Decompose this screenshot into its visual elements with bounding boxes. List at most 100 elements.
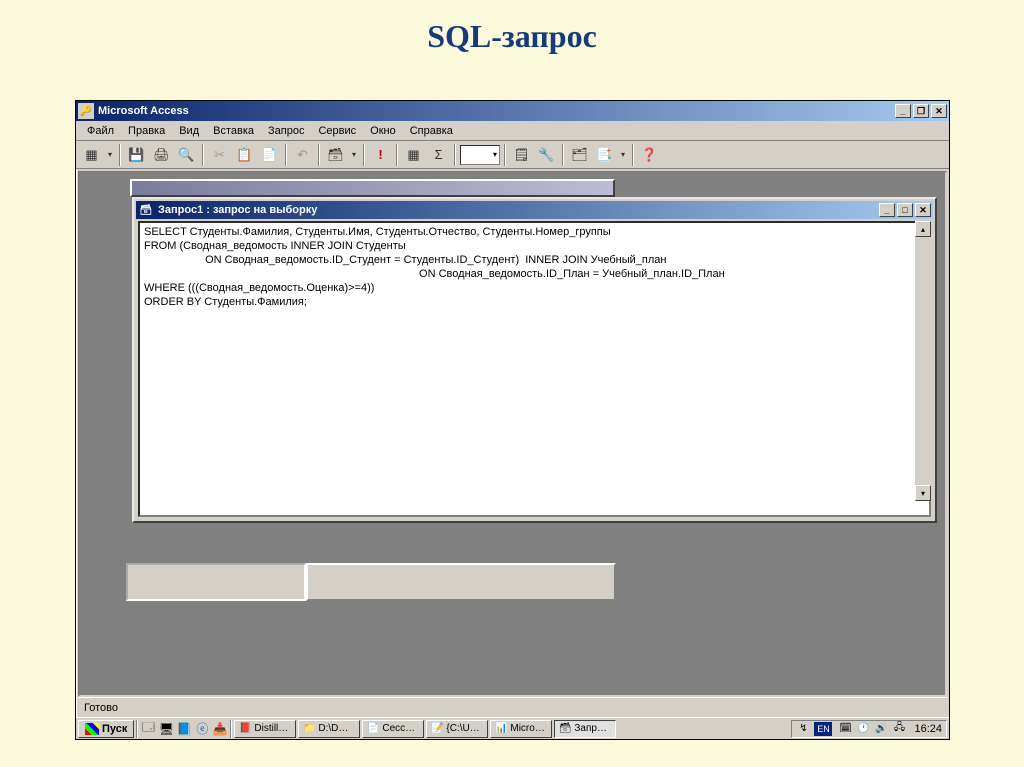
copy-button[interactable]: 📋: [233, 144, 256, 166]
tray-icon[interactable]: ↯: [796, 722, 810, 736]
toolbar-separator: [632, 144, 634, 166]
toolbar-separator: [504, 144, 506, 166]
sql-text-area[interactable]: SELECT Студенты.Фамилия, Студенты.Имя, С…: [138, 221, 931, 517]
background-window-panel: [306, 563, 616, 601]
taskbar-separator: [136, 720, 138, 738]
close-button[interactable]: ✕: [931, 104, 947, 118]
menu-help[interactable]: Справка: [403, 123, 460, 139]
status-text: Готово: [84, 702, 118, 714]
child-maximize-button[interactable]: □: [897, 203, 913, 217]
query-type-dropdown[interactable]: ▾: [349, 144, 359, 166]
paste-button[interactable]: 📄: [258, 144, 281, 166]
taskbar-task-active[interactable]: 🗃 Запр…: [554, 720, 616, 738]
menu-query[interactable]: Запрос: [261, 123, 311, 139]
task-label: Запр…: [574, 723, 607, 734]
quick-launch-icon[interactable]: 📘: [176, 721, 192, 737]
totals-button[interactable]: Σ: [427, 144, 450, 166]
toolbar-separator: [396, 144, 398, 166]
quick-launch-icon[interactable]: 🗔: [140, 721, 156, 737]
task-icon: 📊: [495, 723, 507, 735]
child-title-text: Запрос1 : запрос на выборку: [158, 204, 879, 216]
toolbar-separator: [363, 144, 365, 166]
scroll-down-button[interactable]: ▾: [915, 485, 931, 501]
status-bar: Готово: [78, 697, 947, 717]
maximize-button[interactable]: ❐: [913, 104, 929, 118]
child-titlebar[interactable]: 🗃 Запрос1 : запрос на выборку _ □ ✕: [136, 201, 933, 219]
show-table-button[interactable]: ▦: [402, 144, 425, 166]
vertical-scrollbar[interactable]: ▴ ▾: [915, 221, 931, 501]
help-button[interactable]: ❓: [638, 144, 661, 166]
language-indicator[interactable]: EN: [814, 722, 832, 736]
toolbar-separator: [202, 144, 204, 166]
child-close-button[interactable]: ✕: [915, 203, 931, 217]
task-icon: 📄: [367, 723, 379, 735]
toolbar-separator: [318, 144, 320, 166]
sql-line: ON Сводная_ведомость.ID_Студент = Студен…: [144, 253, 925, 267]
taskbar-task[interactable]: 📊 Micro…: [490, 720, 552, 738]
toolbar-separator: [454, 144, 456, 166]
db-window-button[interactable]: 🗂: [568, 144, 591, 166]
menu-file[interactable]: Файл: [80, 123, 121, 139]
tray-icon[interactable]: 🕐: [856, 722, 870, 736]
system-tray: ↯ EN 🗓 🕐 🔊 🖧 16:24: [791, 720, 947, 738]
menu-window[interactable]: Окно: [363, 123, 403, 139]
view-dropdown[interactable]: ▾: [105, 144, 115, 166]
tray-icon[interactable]: 🔊: [874, 722, 888, 736]
save-button[interactable]: 💾: [125, 144, 148, 166]
sql-line: WHERE (((Сводная_ведомость.Оценка)>=4)): [144, 281, 925, 295]
start-label: Пуск: [102, 723, 127, 735]
task-label: Сесс…: [382, 723, 415, 734]
sql-line: ON Сводная_ведомость.ID_План = Учебный_п…: [144, 267, 925, 281]
task-label: Micro…: [510, 723, 544, 734]
undo-button[interactable]: ↶: [291, 144, 314, 166]
tray-icon[interactable]: 🖧: [892, 722, 906, 736]
toolbar: ▦ ▾ 💾 🖨 🔍 ✂ 📋 📄 ↶ 🗃 ▾ ! ▦ Σ ▾ 🗒 🔧 🗂 📑 ▾ …: [76, 141, 949, 169]
query-doc-icon: 🗃: [138, 203, 154, 217]
start-button[interactable]: Пуск: [78, 720, 134, 738]
tray-icon[interactable]: 🗓: [838, 722, 852, 736]
quick-launch-icon[interactable]: 📥: [212, 721, 228, 737]
menu-view[interactable]: Вид: [172, 123, 206, 139]
menu-tools[interactable]: Сервис: [311, 123, 363, 139]
windows-flag-icon: [85, 723, 99, 735]
new-object-button[interactable]: 📑: [593, 144, 616, 166]
taskbar-task[interactable]: 📕 Distill…: [234, 720, 296, 738]
top-values-combo[interactable]: ▾: [460, 145, 500, 165]
cut-button[interactable]: ✂: [208, 144, 231, 166]
taskbar-task[interactable]: 📄 Сесс…: [362, 720, 424, 738]
sql-line: FROM (Сводная_ведомость INNER JOIN Студе…: [144, 239, 925, 253]
taskbar-task[interactable]: 📁 D:\D…: [298, 720, 360, 738]
sql-line: SELECT Студенты.Фамилия, Студенты.Имя, С…: [144, 225, 925, 239]
child-minimize-button[interactable]: _: [879, 203, 895, 217]
build-button[interactable]: 🔧: [535, 144, 558, 166]
taskbar-clock: 16:24: [910, 723, 942, 735]
properties-button[interactable]: 🗒: [510, 144, 533, 166]
view-button[interactable]: ▦: [80, 144, 103, 166]
mdi-client-area: 🗃 Запрос1 : запрос на выборку _ □ ✕ SELE…: [78, 171, 947, 697]
quick-launch-ie-icon[interactable]: ⓔ: [194, 721, 210, 737]
toolbar-separator: [562, 144, 564, 166]
sql-query-window: 🗃 Запрос1 : запрос на выборку _ □ ✕ SELE…: [132, 197, 937, 523]
preview-button[interactable]: 🔍: [175, 144, 198, 166]
taskbar-task[interactable]: 📝 {C:\U…: [426, 720, 488, 738]
menu-insert[interactable]: Вставка: [206, 123, 261, 139]
task-label: Distill…: [254, 723, 288, 734]
scroll-up-button[interactable]: ▴: [915, 221, 931, 237]
access-main-window: 🔑 Microsoft Access _ ❐ ✕ Файл Правка Вид…: [75, 100, 950, 740]
new-object-dropdown[interactable]: ▾: [618, 144, 628, 166]
main-titlebar: 🔑 Microsoft Access _ ❐ ✕: [76, 101, 949, 121]
access-app-icon: 🔑: [78, 103, 94, 119]
minimize-button[interactable]: _: [895, 104, 911, 118]
slide-title: SQL-запрос: [0, 0, 1024, 65]
background-window-panel: [126, 563, 306, 601]
menu-edit[interactable]: Правка: [121, 123, 172, 139]
query-type-button[interactable]: 🗃: [324, 144, 347, 166]
background-window-titlebar: [130, 179, 615, 197]
quick-launch-icon[interactable]: 🖥: [158, 721, 174, 737]
task-label: D:\D…: [318, 723, 348, 734]
menu-bar: Файл Правка Вид Вставка Запрос Сервис Ок…: [76, 121, 949, 141]
run-button[interactable]: !: [369, 144, 392, 166]
task-icon: 🗃: [559, 723, 571, 735]
sql-line: ORDER BY Студенты.Фамилия;: [144, 295, 925, 309]
print-button[interactable]: 🖨: [150, 144, 173, 166]
